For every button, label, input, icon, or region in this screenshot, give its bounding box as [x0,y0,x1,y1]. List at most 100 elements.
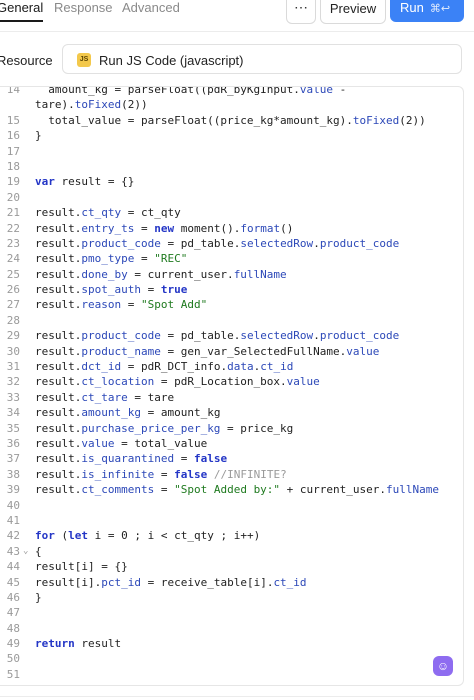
code-text: result.product_name = gen_var_SelectedFu… [35,344,380,358]
fold-chevron-icon[interactable]: ⌄ [23,544,28,559]
code-text: result.value = total_value [35,436,208,450]
line-number: 45 [6,575,20,589]
code-line: 14 amount_kg = parseFloat((pdR_byKgInput… [0,86,463,97]
code-text: result.product_code = pd_table.selectedR… [35,329,400,343]
code-line: 29 result.product_code = pd_table.selecte… [0,328,463,343]
code-text: { [35,544,42,558]
code-text: result[i] = {} [35,560,128,574]
code-text: tare).toFixed(2)) [35,98,148,112]
line-number: 32 [6,375,20,389]
code-line: 50 [0,651,463,666]
line-number: 38 [6,467,20,481]
code-text: result.ct_tare = tare [35,390,175,404]
code-lines: 14 amount_kg = parseFloat((pdR_byKgInput… [0,86,463,682]
line-number: 50 [6,652,20,666]
run-button-label: Run [400,0,424,15]
code-line: 24 result.pmo_type = "REC" [0,251,463,266]
line-number: 17 [6,144,20,158]
code-line: 36 result.value = total_value [0,436,463,451]
code-text: result.entry_ts = new moment().format() [35,221,294,235]
code-text: for (let i = 0 ; i < ct_qty ; i++) [35,529,261,543]
code-line: 16} [0,128,463,143]
code-line: 40 [0,498,463,513]
code-text: } [35,129,42,143]
resource-selected-value: Run JS Code (javascript) [99,53,244,68]
code-text: result.reason = "Spot Add" [35,298,208,312]
code-line: 15 total_value = parseFloat((price_kg*am… [0,113,463,128]
line-number: 16 [6,129,20,143]
code-line: 45 result[i].pct_id = receive_table[i].ct… [0,575,463,590]
line-number: 19 [6,175,20,189]
javascript-icon: JS [77,53,91,67]
line-number: 35 [6,421,20,435]
code-text: result.amount_kg = amount_kg [35,406,221,420]
code-text: result.spot_auth = true [35,283,188,297]
line-number: 22 [6,221,20,235]
bottom-divider [0,696,474,697]
line-number: 14 [6,86,20,96]
code-text: result.purchase_price_per_kg = price_kg [35,421,294,435]
line-number: 24 [6,252,20,266]
line-number: 21 [6,206,20,220]
line-number: 42 [6,529,20,543]
line-number: 31 [6,360,20,374]
line-number: 25 [6,267,20,281]
code-line: 48 [0,621,463,636]
code-text: } [35,590,42,604]
code-text: amount_kg = parseFloat((pdR_byKgInput.va… [35,86,347,96]
code-line: 39 result.ct_comments = "Spot Added by:" … [0,482,463,497]
code-line: 34 result.amount_kg = amount_kg [0,405,463,420]
run-shortcut-hint: ⌘↩ [429,3,451,15]
line-number: 43 [6,544,20,558]
line-number: 47 [6,606,20,620]
resource-select[interactable]: JS Run JS Code (javascript) [62,44,462,74]
line-number: 41 [6,513,20,527]
toolbar-divider [0,31,474,32]
code-line: 32 result.ct_location = pdR_Location_box.… [0,374,463,389]
assistant-bot-icon[interactable]: ☺ [433,656,453,676]
code-line: 20 [0,190,463,205]
code-line: 27 result.reason = "Spot Add" [0,297,463,312]
code-text: result.dct_id = pdR_DCT_info.data.ct_id [35,360,294,374]
code-text: return result [35,637,122,651]
line-number: 20 [6,190,20,204]
code-line: 26 result.spot_auth = true [0,282,463,297]
line-number: 33 [6,390,20,404]
code-line: 25 result.done_by = current_user.fullName [0,267,463,282]
line-number: 34 [6,406,20,420]
line-number: 44 [6,560,20,574]
line-number: 49 [6,637,20,651]
code-text: total_value = parseFloat((price_kg*amoun… [35,113,426,127]
code-text: result.is_infinite = false //INFINITE? [35,467,287,481]
code-text: result.ct_qty = ct_qty [35,206,181,220]
tab-advanced[interactable]: Advanced [122,0,180,15]
line-number: 26 [6,283,20,297]
code-line: 42 for (let i = 0 ; i < ct_qty ; i++) [0,528,463,543]
more-options-button[interactable]: ⋯ [286,0,316,24]
line-number: 18 [6,159,20,173]
code-line: tare).toFixed(2)) [0,97,463,112]
code-line: 21 result.ct_qty = ct_qty [0,205,463,220]
line-number: 36 [6,436,20,450]
code-line: 47 [0,605,463,620]
code-line: 43 ⌄ { [0,544,463,559]
code-text: result.ct_location = pdR_Location_box.va… [35,375,320,389]
code-line: 37 result.is_quarantined = false [0,451,463,466]
code-text: result.product_code = pd_table.selectedR… [35,236,400,250]
code-line: 22 result.entry_ts = new moment().format(… [0,221,463,236]
code-line: 44 result[i] = {} [0,559,463,574]
code-editor[interactable]: 14 amount_kg = parseFloat((pdR_byKgInput… [0,86,464,686]
tab-response[interactable]: Response [54,0,113,15]
code-line: 17 [0,144,463,159]
preview-button[interactable]: Preview [320,0,386,24]
line-number: 51 [6,667,20,681]
tab-general[interactable]: General [0,0,44,22]
run-button[interactable]: Run ⌘↩ [390,0,464,22]
top-toolbar: General Response Advanced ⋯ Preview Run ⌘… [0,0,474,24]
code-text: result.is_quarantined = false [35,452,228,466]
code-line: 18 [0,159,463,174]
line-number: 28 [6,313,20,327]
line-number: 40 [6,498,20,512]
code-line: 28 [0,313,463,328]
code-line: 19 var result = {} [0,174,463,189]
